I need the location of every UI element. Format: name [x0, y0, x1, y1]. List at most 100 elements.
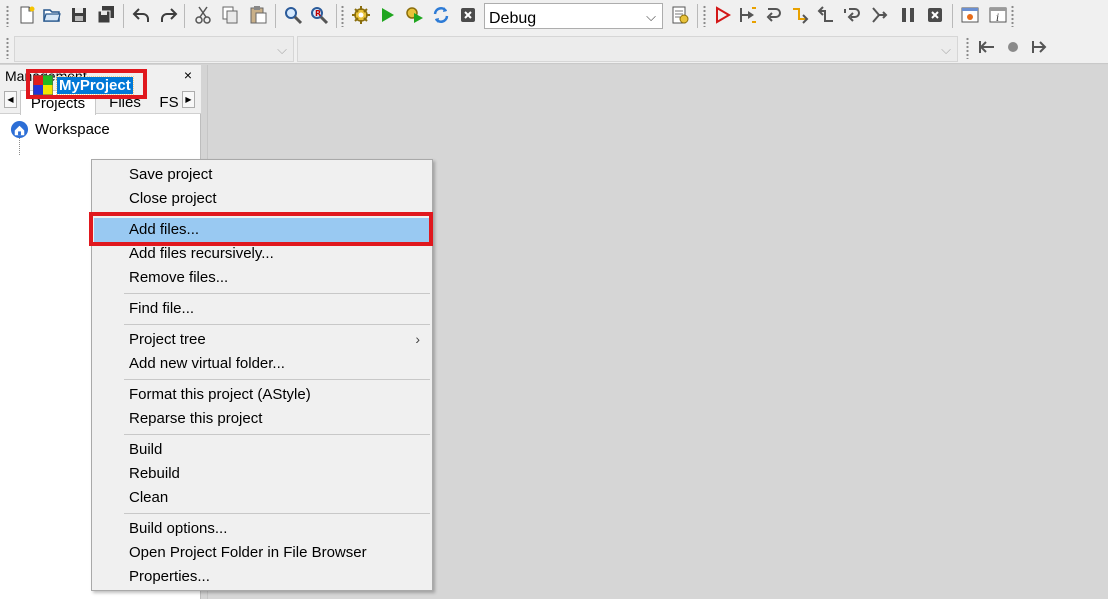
project-node[interactable]: MyProject — [33, 75, 134, 95]
menu-item-label: Reparse this project — [129, 410, 263, 427]
menu-item-clean[interactable]: Clean — [94, 486, 430, 510]
menu-item-remove-files[interactable]: Remove files... — [94, 266, 430, 290]
build-run-icon[interactable] — [402, 3, 426, 27]
open-icon[interactable] — [40, 3, 64, 27]
build-target-icon[interactable] — [668, 3, 692, 27]
menu-item-label: Add new virtual folder... — [129, 355, 285, 372]
menu-item-label: Rebuild — [129, 465, 180, 482]
cut-icon[interactable] — [191, 3, 215, 27]
debug-icon[interactable] — [710, 3, 734, 27]
menu-item-find-file[interactable]: Find file... — [94, 297, 430, 321]
toolbar-separator — [123, 4, 124, 28]
function-select[interactable]: ⌵ — [297, 36, 958, 62]
menu-item-label: Format this project (AStyle) — [129, 386, 311, 403]
tree-connector — [19, 138, 20, 155]
annotation-highlight-box — [89, 212, 433, 246]
svg-text:R: R — [315, 9, 321, 18]
toolbar-grip[interactable] — [6, 37, 9, 59]
save-icon[interactable] — [67, 3, 91, 27]
menu-item-label: Open Project Folder in File Browser — [129, 544, 367, 561]
copy-icon[interactable] — [218, 3, 242, 27]
menu-item-label: Clean — [129, 489, 169, 506]
menu-separator — [124, 513, 430, 514]
project-label: MyProject — [56, 75, 134, 95]
build-target-value: Debug — [489, 10, 537, 27]
menu-item-label: Close project — [129, 190, 217, 207]
menu-item-label: Remove files... — [129, 269, 229, 286]
menu-item-format-project[interactable]: Format this project (AStyle) — [94, 383, 430, 407]
menu-item-label: Add files recursively... — [129, 245, 274, 262]
workspace-node[interactable]: Workspace — [10, 119, 110, 139]
toolbar-grip[interactable] — [966, 37, 969, 59]
toolbar-grip[interactable] — [6, 5, 9, 27]
project-icon — [33, 75, 53, 95]
toolbar-separator — [697, 4, 698, 28]
save-all-icon[interactable] — [94, 3, 118, 27]
build-target-select[interactable]: Debug ⌵ — [484, 3, 663, 29]
menu-item-label: Project tree — [129, 331, 206, 348]
menu-item-label: Build — [129, 441, 163, 458]
main-toolbar: R Debug ⌵ i — [0, 0, 1108, 32]
chevron-down-icon: ⌵ — [277, 42, 287, 57]
step-into-instruction-icon[interactable] — [867, 3, 891, 27]
menu-item-rebuild[interactable]: Rebuild — [94, 462, 430, 486]
menu-item-build-options[interactable]: Build options... — [94, 517, 430, 541]
menu-item-reparse-project[interactable]: Reparse this project — [94, 407, 430, 431]
menu-separator — [124, 379, 430, 380]
next-line-icon[interactable] — [762, 3, 786, 27]
new-file-icon[interactable] — [15, 3, 39, 27]
chevron-right-icon: › — [415, 331, 420, 347]
close-icon[interactable]: × — [184, 67, 192, 83]
chevron-down-icon: ⌵ — [941, 42, 951, 57]
menu-item-label: Build options... — [129, 520, 228, 537]
menu-item-close-project[interactable]: Close project — [94, 187, 430, 211]
code-completion-toolbar: ⌵ ⌵ — [0, 32, 1108, 64]
toolbar-separator — [952, 4, 953, 28]
chevron-down-icon: ⌵ — [646, 9, 656, 24]
menu-item-properties[interactable]: Properties... — [94, 565, 430, 589]
break-debugger-icon[interactable] — [896, 3, 920, 27]
paste-icon[interactable] — [246, 3, 270, 27]
menu-item-label: Properties... — [129, 568, 210, 585]
step-into-icon[interactable] — [788, 3, 812, 27]
menu-separator — [124, 434, 430, 435]
menu-item-project-tree[interactable]: Project tree › — [94, 328, 430, 352]
toolbar-separator — [275, 4, 276, 28]
run-icon[interactable] — [375, 3, 399, 27]
workspace-icon — [10, 120, 29, 138]
toggle-bookmark-icon[interactable] — [1001, 35, 1025, 59]
info-icon[interactable]: i — [986, 3, 1010, 27]
next-instruction-icon[interactable] — [841, 3, 865, 27]
toolbar-grip[interactable] — [1011, 5, 1014, 27]
scope-select[interactable]: ⌵ — [14, 36, 294, 62]
debug-windows-icon[interactable] — [958, 3, 982, 27]
undo-icon[interactable] — [130, 3, 154, 27]
menu-item-save-project[interactable]: Save project — [94, 163, 430, 187]
tab-fs[interactable]: FS — [156, 90, 182, 114]
step-out-icon[interactable] — [814, 3, 838, 27]
stop-debugger-icon[interactable] — [923, 3, 947, 27]
redo-icon[interactable] — [156, 3, 180, 27]
toolbar-separator — [336, 4, 337, 28]
jump-back-icon[interactable] — [975, 35, 999, 59]
tab-scroll-left-icon[interactable]: ◀ — [4, 91, 17, 108]
tab-fs-label: FS — [159, 94, 179, 111]
menu-item-label: Find file... — [129, 300, 195, 317]
run-to-cursor-icon[interactable] — [736, 3, 760, 27]
toolbar-grip[interactable] — [341, 5, 344, 27]
menu-item-open-project-folder[interactable]: Open Project Folder in File Browser — [94, 541, 430, 565]
replace-icon[interactable]: R — [307, 3, 331, 27]
find-icon[interactable] — [281, 3, 305, 27]
rebuild-icon[interactable] — [429, 3, 453, 27]
menu-item-build[interactable]: Build — [94, 438, 430, 462]
build-icon[interactable] — [349, 3, 373, 27]
tab-scroll-right-icon[interactable]: ▶ — [182, 91, 195, 108]
menu-item-add-virtual-folder[interactable]: Add new virtual folder... — [94, 352, 430, 376]
abort-icon[interactable] — [456, 3, 480, 27]
menu-separator — [124, 324, 430, 325]
toolbar-grip[interactable] — [703, 5, 706, 27]
jump-forward-icon[interactable] — [1027, 35, 1051, 59]
toolbar-separator — [184, 4, 185, 28]
svg-text:i: i — [996, 13, 999, 24]
menu-separator — [124, 293, 430, 294]
